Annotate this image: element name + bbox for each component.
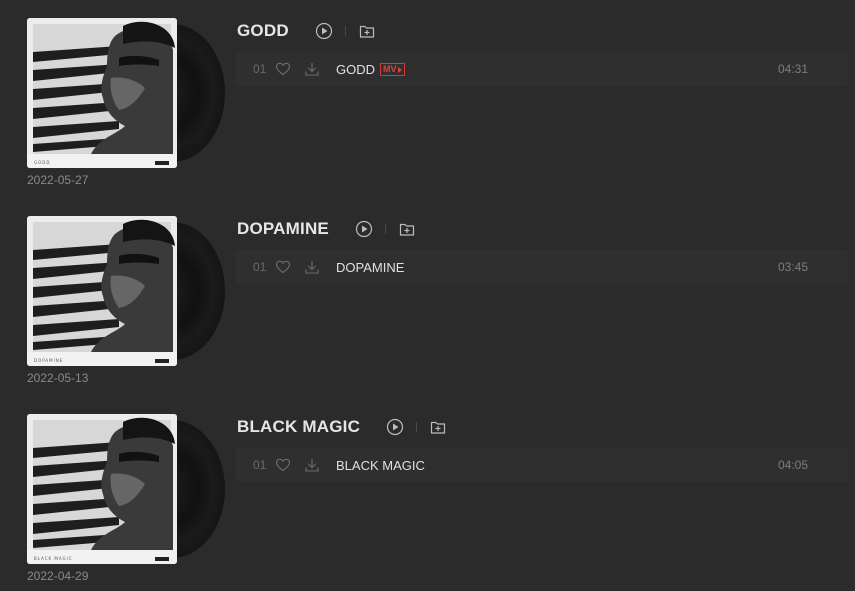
track-row[interactable]: 01 BLACK MAGIC 04:05 <box>236 448 848 482</box>
track-number: 01 <box>253 62 267 76</box>
like-button[interactable] <box>275 259 291 280</box>
cover-art: BLACK MAGIC <box>27 414 177 564</box>
track-duration: 04:05 <box>777 458 808 472</box>
mv-label: MV <box>383 64 397 74</box>
like-button[interactable] <box>275 457 291 478</box>
download-icon <box>305 261 319 274</box>
track-duration: 03:45 <box>777 260 808 274</box>
album-card: GODD 2022-05-27 GODD 01 GODD MV 04:31 <box>0 0 855 198</box>
mv-badge[interactable]: MV <box>380 63 405 76</box>
cover-art: DOPAMINE <box>27 216 177 366</box>
mv-play-icon <box>397 66 402 73</box>
album-cover[interactable]: DOPAMINE <box>27 216 225 366</box>
label-logo <box>155 161 169 165</box>
album-card: DOPAMINE 2022-05-13 DOPAMINE 01 DOPAMINE… <box>0 198 855 396</box>
play-album-button[interactable] <box>313 20 335 42</box>
add-to-playlist-icon <box>399 223 415 236</box>
release-date: 2022-05-13 <box>27 371 89 385</box>
header-divider <box>384 224 386 234</box>
album-title[interactable]: GODD <box>237 21 289 41</box>
release-date: 2022-05-27 <box>27 173 89 187</box>
cover-art: GODD <box>27 18 177 168</box>
cover-portrait-image <box>27 18 177 168</box>
album-cover[interactable]: GODD <box>27 18 225 168</box>
play-album-button[interactable] <box>353 218 375 240</box>
download-icon <box>305 459 319 472</box>
label-logo <box>155 359 169 363</box>
album-list: GODD 2022-05-27 GODD 01 GODD MV 04:31 DO… <box>0 0 855 591</box>
cover-portrait-image <box>27 216 177 366</box>
play-circle-icon <box>386 418 404 436</box>
add-album-button[interactable] <box>396 218 418 240</box>
album-header: DOPAMINE <box>237 217 418 241</box>
release-date: 2022-04-29 <box>27 569 89 583</box>
track-row[interactable]: 01 GODD MV 04:31 <box>236 52 848 86</box>
add-to-playlist-icon <box>359 25 374 38</box>
download-icon <box>305 63 319 76</box>
add-album-button[interactable] <box>427 416 449 438</box>
play-circle-icon <box>315 22 332 40</box>
play-album-button[interactable] <box>384 416 406 438</box>
download-button[interactable] <box>304 259 320 280</box>
header-divider <box>416 422 418 432</box>
play-circle-icon <box>355 220 373 238</box>
album-cover[interactable]: BLACK MAGIC <box>27 414 225 564</box>
download-button[interactable] <box>304 61 320 82</box>
add-to-playlist-icon <box>430 421 446 434</box>
album-title[interactable]: DOPAMINE <box>237 219 329 239</box>
heart-icon <box>275 260 291 274</box>
heart-icon <box>275 62 291 76</box>
download-button[interactable] <box>304 457 320 478</box>
cover-caption: BLACK MAGIC <box>34 556 73 561</box>
track-name[interactable]: DOPAMINE <box>336 260 404 275</box>
album-title[interactable]: BLACK MAGIC <box>237 417 360 437</box>
like-button[interactable] <box>275 61 291 82</box>
track-number: 01 <box>253 458 267 472</box>
cover-caption: GODD <box>34 160 51 165</box>
add-album-button[interactable] <box>356 20 378 42</box>
cover-caption: DOPAMINE <box>34 358 64 363</box>
track-name[interactable]: GODD <box>336 62 375 77</box>
track-duration: 04:31 <box>777 62 808 76</box>
track-row[interactable]: 01 DOPAMINE 03:45 <box>236 250 848 284</box>
cover-portrait-image <box>27 414 177 564</box>
heart-icon <box>275 458 291 472</box>
track-number: 01 <box>253 260 267 274</box>
header-divider <box>344 26 346 36</box>
album-card: BLACK MAGIC 2022-04-29 BLACK MAGIC 01 BL… <box>0 396 855 591</box>
album-header: BLACK MAGIC <box>237 415 449 439</box>
label-logo <box>155 557 169 561</box>
track-name[interactable]: BLACK MAGIC <box>336 458 425 473</box>
album-header: GODD <box>237 19 378 43</box>
